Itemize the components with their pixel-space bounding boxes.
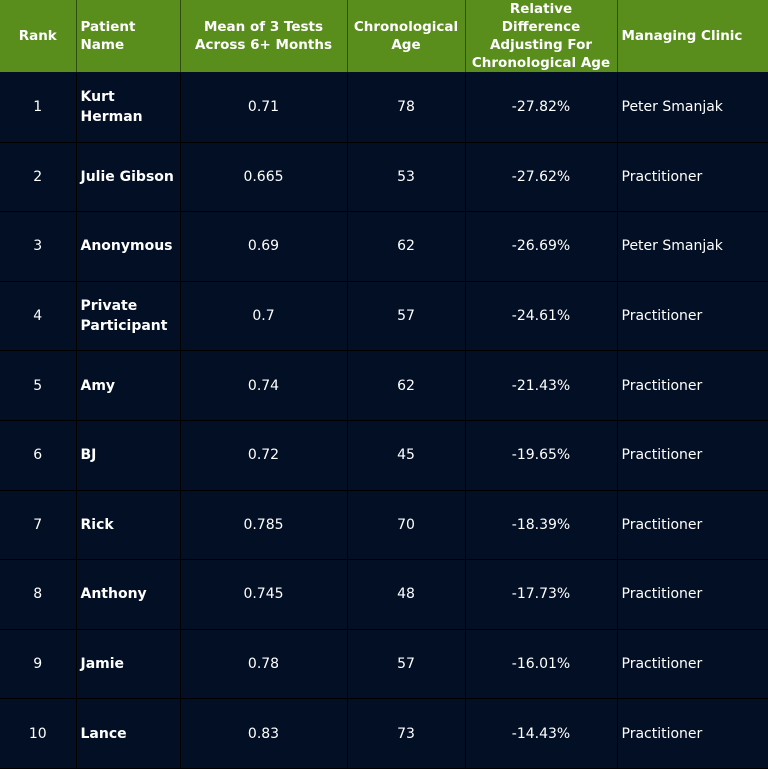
relative-difference-cell: -17.73% — [465, 559, 618, 630]
chronological-age-cell: 57 — [347, 629, 466, 700]
chronological-age-cell: 73 — [347, 698, 466, 769]
managing-clinic-cell: Practitioner — [617, 698, 768, 769]
column-header-relative-difference: Relative Difference Adjusting For Chrono… — [465, 0, 618, 73]
table-row: 5 Amy 0.74 62 -21.43% Practitioner — [0, 350, 768, 421]
table-row: 6 BJ 0.72 45 -19.65% Practitioner — [0, 420, 768, 491]
column-header-mean-tests: Mean of 3 Tests Across 6+ Months — [180, 0, 348, 73]
mean-tests-cell: 0.69 — [180, 211, 348, 282]
patient-name-cell: BJ — [76, 420, 181, 491]
rank-cell: 10 — [0, 698, 77, 769]
relative-difference-cell: -18.39% — [465, 490, 618, 561]
relative-difference-cell: -16.01% — [465, 629, 618, 700]
leaderboard-table: Rank Patient Name Mean of 3 Tests Across… — [0, 0, 768, 769]
patient-name-cell: Anthony — [76, 559, 181, 630]
chronological-age-cell: 57 — [347, 281, 466, 352]
column-header-rank: Rank — [0, 0, 77, 73]
relative-difference-cell: -27.82% — [465, 72, 618, 143]
managing-clinic-cell: Practitioner — [617, 142, 768, 213]
patient-name-cell: Jamie — [76, 629, 181, 700]
mean-tests-cell: 0.745 — [180, 559, 348, 630]
mean-tests-cell: 0.7 — [180, 281, 348, 352]
chronological-age-cell: 45 — [347, 420, 466, 491]
patient-name-cell: Anonymous — [76, 211, 181, 282]
relative-difference-cell: -24.61% — [465, 281, 618, 352]
relative-difference-cell: -21.43% — [465, 350, 618, 421]
relative-difference-cell: -26.69% — [465, 211, 618, 282]
managing-clinic-cell: Practitioner — [617, 559, 768, 630]
patient-name-cell: Kurt Herman — [76, 72, 181, 143]
column-header-chronological-age: Chronological Age — [347, 0, 466, 73]
rank-cell: 2 — [0, 142, 77, 213]
managing-clinic-cell: Practitioner — [617, 420, 768, 491]
rank-cell: 8 — [0, 559, 77, 630]
relative-difference-cell: -27.62% — [465, 142, 618, 213]
relative-difference-cell: -14.43% — [465, 698, 618, 769]
relative-difference-cell: -19.65% — [465, 420, 618, 491]
table-body: 1 Kurt Herman 0.71 78 -27.82% Peter Smanjak 2 J… — [0, 72, 768, 769]
rank-cell: 7 — [0, 490, 77, 561]
managing-clinic-cell: Peter Smanjak — [617, 72, 768, 143]
chronological-age-cell: 48 — [347, 559, 466, 630]
table-header: Rank Patient Name Mean of 3 Tests Across… — [0, 0, 768, 73]
patient-name-cell: Private Participant — [76, 281, 181, 352]
managing-clinic-cell: Practitioner — [617, 281, 768, 352]
managing-clinic-cell: Practitioner — [617, 629, 768, 700]
chronological-age-cell: 62 — [347, 350, 466, 421]
table-row: 2 Julie Gibson 0.665 53 -27.62% Practitioner — [0, 142, 768, 213]
mean-tests-cell: 0.78 — [180, 629, 348, 700]
table-row: 7 Rick 0.785 70 -18.39% Practitioner — [0, 490, 768, 561]
patient-name-cell: Julie Gibson — [76, 142, 181, 213]
rank-cell: 1 — [0, 72, 77, 143]
patient-name-cell: Amy — [76, 350, 181, 421]
mean-tests-cell: 0.74 — [180, 350, 348, 421]
mean-tests-cell: 0.665 — [180, 142, 348, 213]
table-row: 4 Private Participant 0.7 57 -24.61% Practiti… — [0, 281, 768, 352]
mean-tests-cell: 0.71 — [180, 72, 348, 143]
table-row: 8 Anthony 0.745 48 -17.73% Practitioner — [0, 559, 768, 630]
table-row: 1 Kurt Herman 0.71 78 -27.82% Peter Smanjak — [0, 72, 768, 143]
rank-cell: 5 — [0, 350, 77, 421]
chronological-age-cell: 78 — [347, 72, 466, 143]
rank-cell: 3 — [0, 211, 77, 282]
managing-clinic-cell: Practitioner — [617, 350, 768, 421]
chronological-age-cell: 62 — [347, 211, 466, 282]
managing-clinic-cell: Peter Smanjak — [617, 211, 768, 282]
rank-cell: 6 — [0, 420, 77, 491]
mean-tests-cell: 0.83 — [180, 698, 348, 769]
header-row: Rank Patient Name Mean of 3 Tests Across… — [0, 0, 768, 73]
patient-name-cell: Lance — [76, 698, 181, 769]
table-row: 10 Lance 0.83 73 -14.43% Practitioner — [0, 698, 768, 769]
chronological-age-cell: 53 — [347, 142, 466, 213]
chronological-age-cell: 70 — [347, 490, 466, 561]
mean-tests-cell: 0.785 — [180, 490, 348, 561]
table-row: 3 Anonymous 0.69 62 -26.69% Peter Smanjak — [0, 211, 768, 282]
managing-clinic-cell: Practitioner — [617, 490, 768, 561]
table-row: 9 Jamie 0.78 57 -16.01% Practitioner — [0, 629, 768, 700]
mean-tests-cell: 0.72 — [180, 420, 348, 491]
rank-cell: 4 — [0, 281, 77, 352]
column-header-managing-clinic: Managing Clinic — [617, 0, 768, 73]
rank-cell: 9 — [0, 629, 77, 700]
column-header-patient-name: Patient Name — [76, 0, 181, 73]
patient-name-cell: Rick — [76, 490, 181, 561]
